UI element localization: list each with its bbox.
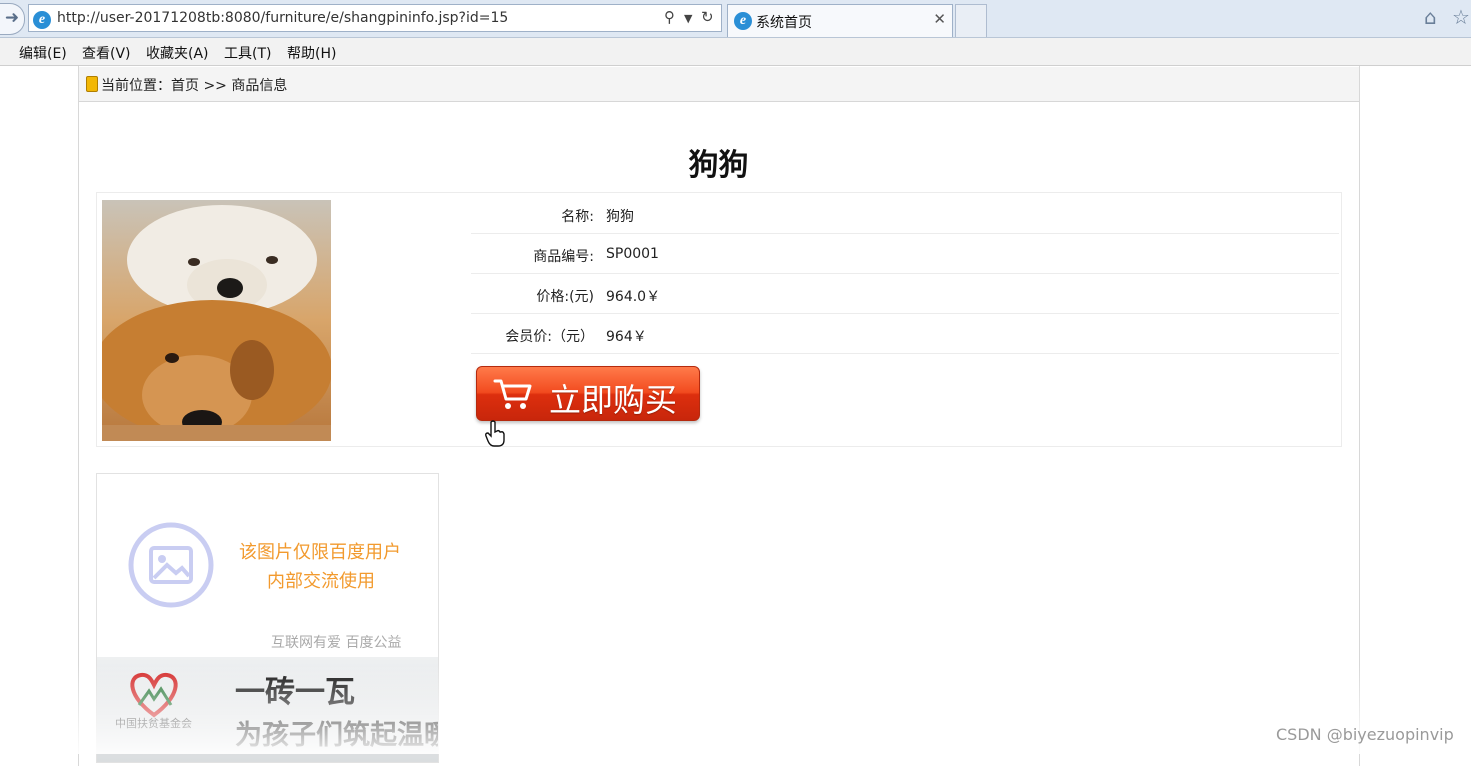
dog-photo-icon <box>102 200 331 441</box>
breadcrumb: 当前位置：首页 >> 商品信息 <box>79 67 1359 102</box>
location-icon <box>86 76 98 92</box>
watermark: CSDN @biyezuopinvip <box>1276 725 1454 744</box>
new-tab-button[interactable] <box>955 4 987 37</box>
info-row-name: 名称: 狗狗 <box>471 194 1339 234</box>
close-icon[interactable]: ✕ <box>933 10 946 28</box>
info-label: 价格:(元) <box>536 289 594 305</box>
ad-line-1: 该图片仅限百度用户 <box>239 542 401 563</box>
ad-headline: 一砖一瓦 <box>235 675 355 710</box>
product-image <box>102 200 331 441</box>
tab-home[interactable]: e 系统首页 ✕ <box>727 4 953 37</box>
ie-icon: e <box>33 11 51 29</box>
info-value: 狗狗 <box>606 209 634 225</box>
info-row-member-price: 会员价:（元） 964￥ <box>471 314 1339 354</box>
hand-cursor-icon <box>485 420 505 447</box>
breadcrumb-text: 当前位置：首页 >> 商品信息 <box>101 78 288 94</box>
menu-bar: 编辑(E) 查看(V) 收藏夹(A) 工具(T) 帮助(H) <box>0 38 1471 66</box>
menu-tools[interactable]: 工具(T) <box>224 43 271 63</box>
buy-now-button[interactable]: 立即购买 <box>476 366 700 421</box>
ad-subtext: 互联网有爱 百度公益 <box>271 635 402 651</box>
info-row-price: 价格:(元) 964.0￥ <box>471 274 1339 314</box>
menu-help[interactable]: 帮助(H) <box>287 43 336 63</box>
address-input[interactable]: http://user-20171208tb:8080/furniture/e/… <box>57 10 508 26</box>
menu-edit[interactable]: 编辑(E) <box>19 43 67 63</box>
info-value: SP0001 <box>606 246 659 262</box>
menu-view[interactable]: 查看(V) <box>82 43 131 63</box>
charity-logo-text: 中国扶贫基金会 <box>115 717 192 730</box>
address-bar[interactable]: e http://user-20171208tb:8080/furniture/… <box>28 4 722 32</box>
info-row-code: 商品编号: SP0001 <box>471 234 1339 274</box>
ad-banner[interactable]: 该图片仅限百度用户 内部交流使用 互联网有爱 百度公益 中国扶贫基金会 一砖一瓦… <box>96 473 439 763</box>
ad-headline-2: 为孩子们筑起温暖的宿舍 <box>235 720 438 751</box>
page-title: 狗狗 <box>688 148 749 183</box>
info-label: 商品编号: <box>533 249 594 265</box>
forward-icon[interactable]: ➜ <box>0 3 25 35</box>
charity-logo-icon <box>130 672 178 718</box>
browser-toolbar: ➜ e http://user-20171208tb:8080/furnitur… <box>0 0 1471 38</box>
charity-banner: 中国扶贫基金会 一砖一瓦 为孩子们筑起温暖的宿舍 <box>97 657 438 762</box>
favorites-star-icon[interactable]: ☆ <box>1452 5 1470 29</box>
dropdown-icon[interactable]: ▼ <box>684 12 692 25</box>
ad-line-2: 内部交流使用 <box>267 571 375 592</box>
info-label: 会员价:（元） <box>505 329 594 345</box>
refresh-icon[interactable]: ↻ <box>701 8 714 26</box>
shopping-cart-icon <box>493 379 532 409</box>
menu-favorites[interactable]: 收藏夹(A) <box>146 43 209 63</box>
info-value: 964￥ <box>606 329 647 345</box>
image-placeholder-icon <box>128 522 214 608</box>
buy-now-label: 立即购买 <box>549 381 678 419</box>
tab-title: 系统首页 <box>756 15 812 31</box>
search-icon[interactable]: ⚲ <box>664 8 675 26</box>
info-value: 964.0￥ <box>606 289 661 305</box>
info-label: 名称: <box>561 209 594 225</box>
ie-icon: e <box>734 12 752 30</box>
home-icon[interactable]: ⌂ <box>1424 5 1437 29</box>
